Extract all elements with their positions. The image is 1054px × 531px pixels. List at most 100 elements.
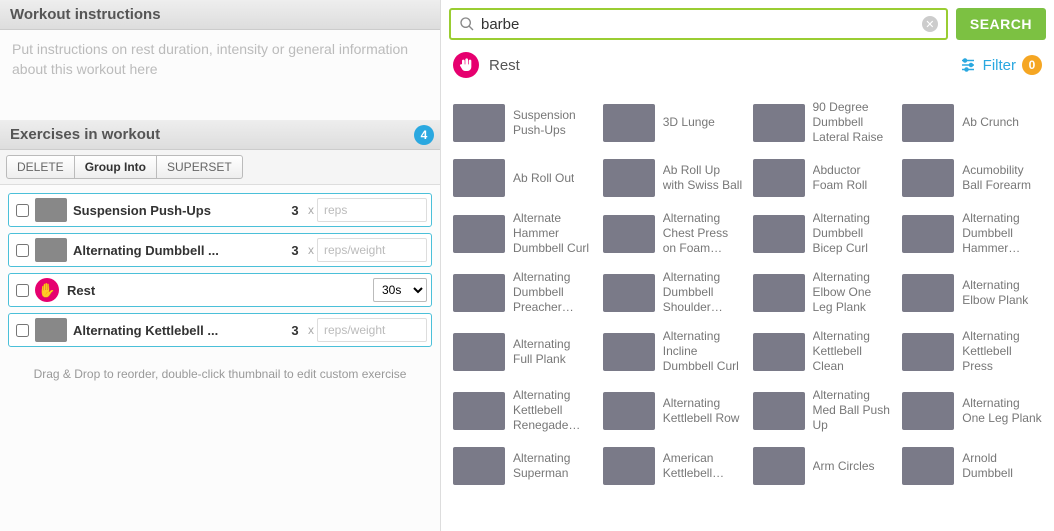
library-item-name: Alternating Dumbbell Hammer… (962, 211, 1042, 256)
instructions-placeholder[interactable]: Put instructions on rest duration, inten… (0, 30, 440, 120)
exercise-thumbnail[interactable] (35, 198, 67, 222)
filter-sliders-icon (959, 56, 977, 74)
library-thumbnail (603, 104, 655, 142)
clear-search-icon[interactable]: ✕ (922, 16, 938, 32)
library-item[interactable]: Alternating Chest Press on Foam… (603, 211, 743, 256)
library-thumbnail (603, 215, 655, 253)
exercise-row[interactable]: ✋Rest30s (8, 273, 432, 307)
row-checkbox[interactable] (16, 204, 29, 217)
library-item[interactable]: Arm Circles (753, 447, 893, 485)
reps-input[interactable] (317, 318, 427, 342)
library-item[interactable]: Abductor Foam Roll (753, 159, 893, 197)
library-item[interactable]: Alternating Dumbbell Preacher… (453, 270, 593, 315)
library-item[interactable]: Suspension Push-Ups (453, 100, 593, 145)
row-checkbox-wrap (9, 204, 35, 217)
library-thumbnail (753, 159, 805, 197)
library-item-name: Ab Roll Out (513, 171, 574, 186)
search-row: ✕ SEARCH (441, 0, 1054, 48)
library-item[interactable]: Alternating Elbow Plank (902, 270, 1042, 315)
library-item[interactable]: Alternate Hammer Dumbbell Curl (453, 211, 593, 256)
reps-input[interactable] (317, 198, 427, 222)
library-item[interactable]: Acumobility Ball Forearm (902, 159, 1042, 197)
row-checkbox-wrap (9, 284, 35, 297)
library-item-name: 3D Lunge (663, 115, 715, 130)
library-item[interactable]: 3D Lunge (603, 100, 743, 145)
workout-toolbar: DELETE Group Into SUPERSET (0, 150, 440, 185)
library-thumbnail (603, 274, 655, 312)
delete-button[interactable]: DELETE (6, 155, 75, 179)
exercise-thumbnail[interactable] (35, 238, 67, 262)
library-item-name: Alternating Incline Dumbbell Curl (663, 329, 743, 374)
library-item-name: Alternating Kettlebell Press (962, 329, 1042, 374)
library-item-name: American Kettlebell… (663, 451, 743, 481)
row-x: x (305, 203, 317, 217)
exercise-row[interactable]: Alternating Dumbbell ...3x (8, 233, 432, 267)
row-checkbox-wrap (9, 244, 35, 257)
library-item-name: Alternating Kettlebell Renegade… (513, 388, 593, 433)
rest-duration-select[interactable]: 30s (373, 278, 427, 302)
library-item-name: Arnold Dumbbell (962, 451, 1042, 481)
library-item-name: Alternating Dumbbell Shoulder… (663, 270, 743, 315)
library-thumbnail (902, 392, 954, 430)
library-item[interactable]: Alternating Superman (453, 447, 593, 485)
filter-control[interactable]: Filter 0 (959, 55, 1042, 75)
library-item[interactable]: Alternating Kettlebell Clean (753, 329, 893, 374)
library-item-name: Alternating Dumbbell Bicep Curl (813, 211, 893, 256)
rest-hand-icon[interactable] (453, 52, 479, 78)
library-thumbnail (603, 392, 655, 430)
library-thumbnail (902, 274, 954, 312)
row-checkbox[interactable] (16, 324, 29, 337)
library-item-name: Alternate Hammer Dumbbell Curl (513, 211, 593, 256)
filter-label: Filter (983, 57, 1016, 74)
library-thumbnail (902, 159, 954, 197)
search-button[interactable]: SEARCH (956, 8, 1046, 40)
library-item[interactable]: Alternating Kettlebell Press (902, 329, 1042, 374)
library-item[interactable]: Alternating Full Plank (453, 329, 593, 374)
library-thumbnail (753, 215, 805, 253)
search-input[interactable] (481, 16, 922, 33)
row-x: x (305, 323, 317, 337)
library-item-name: Alternating Kettlebell Row (663, 396, 743, 426)
library-thumbnail (453, 159, 505, 197)
library-item[interactable]: Alternating Dumbbell Shoulder… (603, 270, 743, 315)
library-item-name: Alternating Superman (513, 451, 593, 481)
reps-input[interactable] (317, 238, 427, 262)
superset-button[interactable]: SUPERSET (156, 155, 243, 179)
exercise-list: Suspension Push-Ups3x Alternating Dumbbel… (0, 185, 440, 361)
library-thumbnail (902, 447, 954, 485)
library-thumbnail (453, 274, 505, 312)
search-box[interactable]: ✕ (449, 8, 948, 40)
library-item[interactable]: Arnold Dumbbell (902, 447, 1042, 485)
row-checkbox[interactable] (16, 284, 29, 297)
row-checkbox-wrap (9, 324, 35, 337)
library-item[interactable]: American Kettlebell… (603, 447, 743, 485)
library-thumbnail (453, 104, 505, 142)
library-item-name: Alternating Elbow Plank (962, 278, 1042, 308)
library-item[interactable]: 90 Degree Dumbbell Lateral Raise (753, 100, 893, 145)
exercise-thumbnail[interactable] (35, 318, 67, 342)
library-thumbnail (453, 333, 505, 371)
row-checkbox[interactable] (16, 244, 29, 257)
library-item[interactable]: Alternating Med Ball Push Up (753, 388, 893, 433)
group-into-button[interactable]: Group Into (75, 155, 156, 179)
library-item-name: Alternating Chest Press on Foam… (663, 211, 743, 256)
library-item[interactable]: Ab Roll Up with Swiss Ball (603, 159, 743, 197)
library-item-name: Ab Roll Up with Swiss Ball (663, 163, 743, 193)
library-item[interactable]: Ab Crunch (902, 100, 1042, 145)
library-item[interactable]: Ab Roll Out (453, 159, 593, 197)
row-name: Alternating Dumbbell ... (73, 243, 285, 258)
library-item[interactable]: Alternating Elbow One Leg Plank (753, 270, 893, 315)
exercise-row[interactable]: Alternating Kettlebell ...3x (8, 313, 432, 347)
library-item[interactable]: Alternating Kettlebell Row (603, 388, 743, 433)
search-icon (459, 16, 475, 32)
rest-filter-row: Rest Filter 0 (441, 48, 1054, 88)
library-item[interactable]: Alternating Incline Dumbbell Curl (603, 329, 743, 374)
library-item[interactable]: Alternating Dumbbell Hammer… (902, 211, 1042, 256)
library-item-name: Abductor Foam Roll (813, 163, 893, 193)
library-item[interactable]: Alternating Dumbbell Bicep Curl (753, 211, 893, 256)
library-thumbnail (453, 447, 505, 485)
row-name: Suspension Push-Ups (73, 203, 285, 218)
exercise-row[interactable]: Suspension Push-Ups3x (8, 193, 432, 227)
library-item[interactable]: Alternating One Leg Plank (902, 388, 1042, 433)
library-item[interactable]: Alternating Kettlebell Renegade… (453, 388, 593, 433)
